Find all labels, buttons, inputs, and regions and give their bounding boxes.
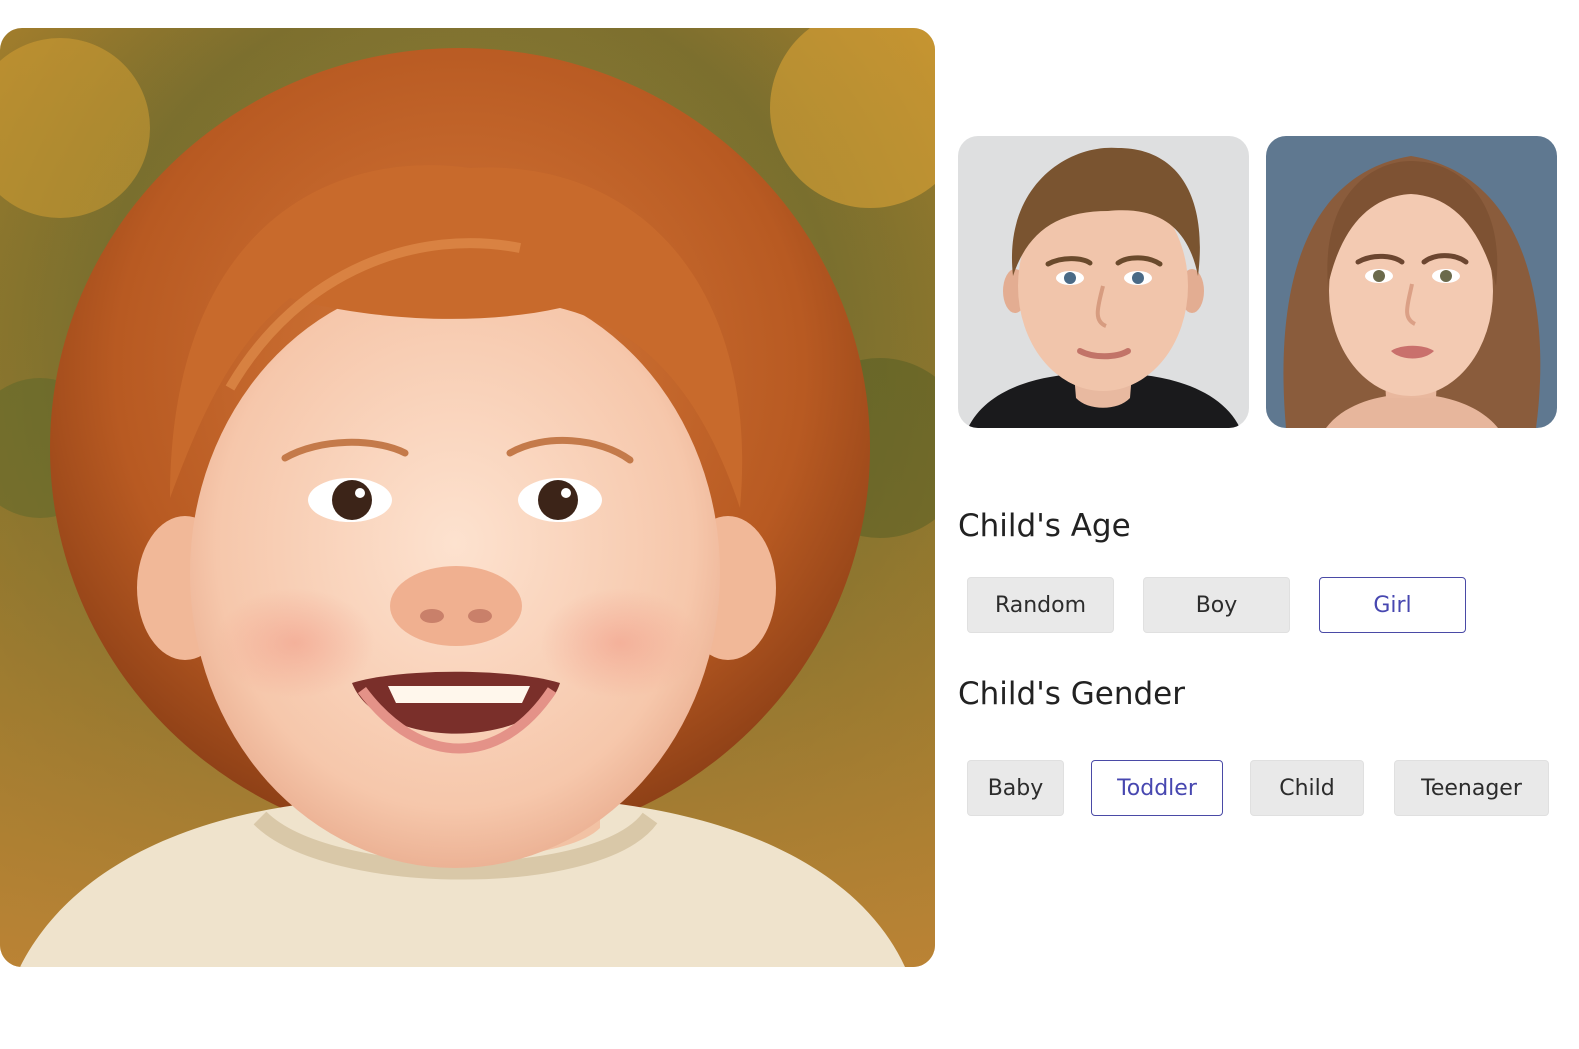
childs-age-heading: Child's Age: [958, 508, 1131, 544]
age-option-boy[interactable]: Boy: [1143, 577, 1290, 633]
male-portrait-image: [958, 136, 1249, 428]
mother-photo[interactable]: [1266, 136, 1557, 428]
age-option-random[interactable]: Random: [967, 577, 1114, 633]
gender-option-child[interactable]: Child: [1250, 760, 1364, 816]
age-option-girl[interactable]: Girl: [1319, 577, 1466, 633]
gender-option-toddler[interactable]: Toddler: [1091, 760, 1223, 816]
female-portrait-image: [1266, 136, 1557, 428]
child-portrait-image: [0, 28, 935, 967]
child-result-photo: [0, 28, 935, 967]
gender-option-baby[interactable]: Baby: [967, 760, 1064, 816]
childs-gender-heading: Child's Gender: [958, 676, 1185, 712]
father-photo[interactable]: [958, 136, 1249, 428]
gender-option-teenager[interactable]: Teenager: [1394, 760, 1549, 816]
